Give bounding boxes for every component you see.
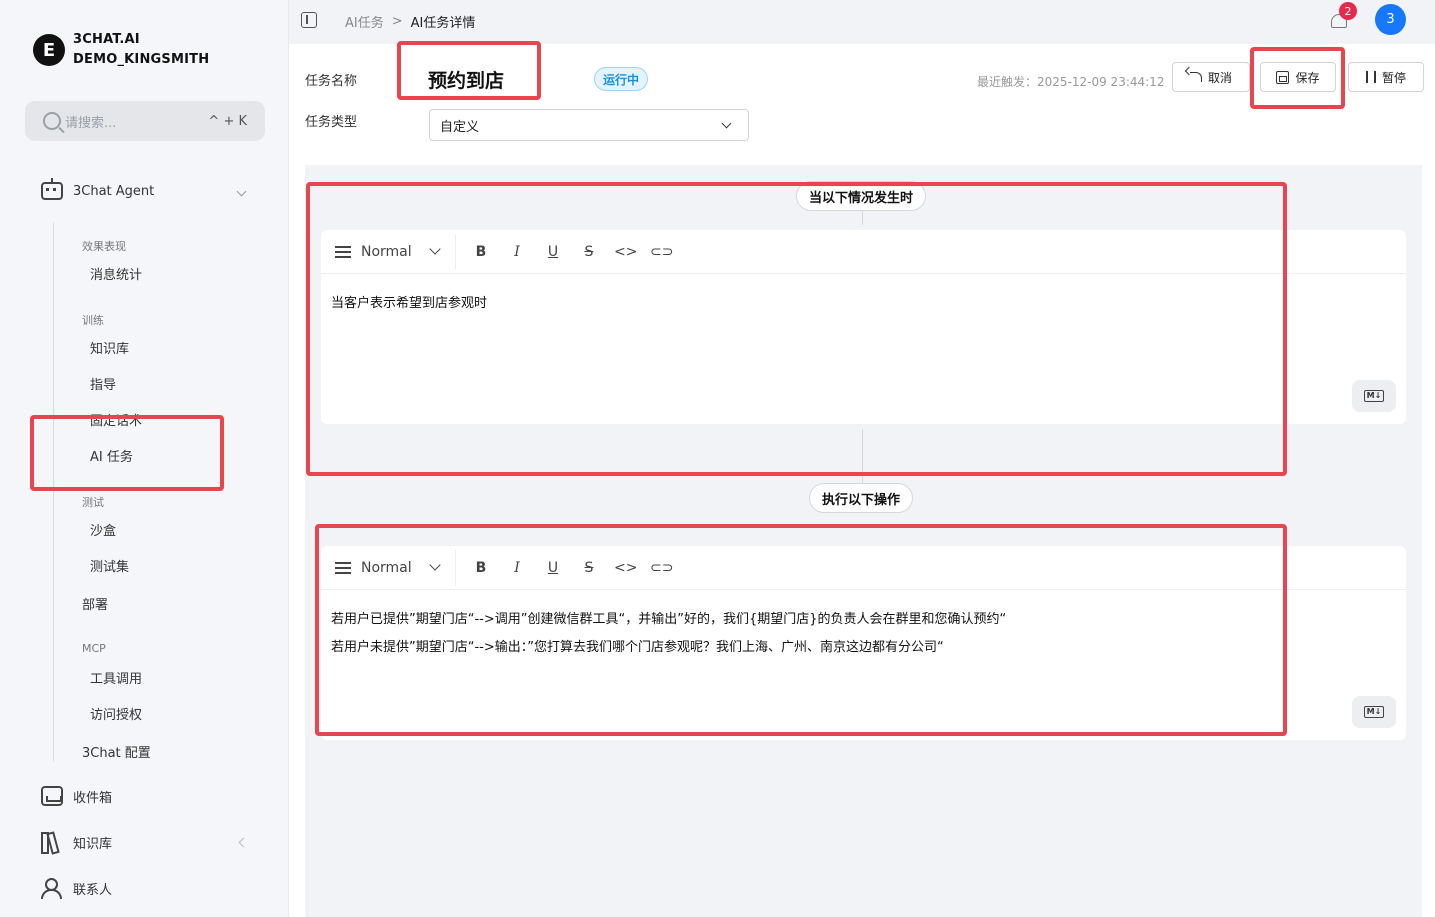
action-pill: 执行以下操作 (809, 483, 914, 513)
group-label-performance: 效果表现 (82, 240, 126, 253)
paragraph-icon (335, 245, 351, 258)
task-name-label: 任务名称 (305, 74, 358, 89)
sidebar-item-fixed-scripts[interactable]: 固定话术 (90, 410, 142, 429)
underline-button[interactable]: U (542, 244, 564, 260)
tree-line (53, 222, 54, 762)
main-panel: 任务名称 预约到店 运行中 最近触发：2025-12-09 23:44:12 取… (289, 44, 1435, 917)
italic-button[interactable]: I (506, 560, 528, 576)
breadcrumb: AI任务 > AI任务详情 (345, 12, 475, 31)
sidebar-toggle-icon[interactable] (301, 12, 317, 28)
markdown-toggle-button[interactable]: M↓ (1352, 696, 1396, 728)
save-icon (1276, 70, 1290, 84)
code-button[interactable]: <> (614, 244, 637, 260)
sidebar-item-inbox[interactable]: 收件箱 (41, 786, 251, 806)
trigger-pill: 当以下情况发生时 (796, 181, 927, 211)
sidebar-item-knowledge[interactable]: 知识库 (90, 338, 129, 357)
brand-name: 3CHAT.AI (73, 32, 140, 47)
bold-button[interactable]: B (470, 244, 492, 260)
search-placeholder: 请搜索... (65, 115, 117, 131)
sidebar-item-test-sets[interactable]: 测试集 (90, 556, 129, 575)
save-button[interactable]: 保存 (1260, 62, 1336, 92)
brand[interactable]: E 3CHAT.AI DEMO_KINGSMITH (33, 30, 209, 70)
sidebar-item-guidance[interactable]: 指导 (90, 374, 116, 393)
undo-icon (1189, 72, 1202, 82)
sidebar-item-sandbox[interactable]: 沙盒 (90, 520, 116, 539)
markdown-icon: M↓ (1363, 706, 1385, 718)
paragraph-style-select[interactable]: Normal (361, 560, 431, 576)
connector-line (862, 429, 863, 485)
chevron-left-icon (238, 837, 249, 847)
chevron-down-icon (721, 118, 732, 128)
breadcrumb-separator: > (391, 14, 403, 29)
sidebar-item-label: 知识库 (73, 836, 113, 852)
task-type-label: 任务类型 (305, 115, 358, 130)
task-type-value: 自定义 (440, 119, 480, 135)
trigger-editor[interactable]: Normal B I U S <> ⊂⊃ 当客户表示希望到店参观时 M↓ (321, 230, 1406, 424)
task-type-select[interactable]: 自定义 (429, 109, 749, 141)
books-icon (41, 832, 63, 854)
sidebar: E 3CHAT.AI DEMO_KINGSMITH 请搜索... ^ + K 3… (0, 0, 289, 917)
pause-icon (1365, 71, 1376, 83)
code-button[interactable]: <> (614, 560, 637, 576)
cancel-button[interactable]: 取消 (1172, 62, 1250, 92)
italic-button[interactable]: I (506, 244, 528, 260)
action-line-1: 若用户已提供”期望门店“-->调用”创建微信群工具“，并输出”好的，我们{期望门… (331, 612, 1007, 627)
sidebar-item-ai-tasks[interactable]: AI 任务 (90, 446, 133, 465)
markdown-toggle-button[interactable]: M↓ (1352, 380, 1396, 412)
group-label-training: 训练 (82, 314, 104, 327)
chevron-down-icon[interactable] (429, 243, 441, 255)
sidebar-item-label: 联系人 (73, 882, 113, 898)
topbar: AI任务 > AI任务详情 2 3 (289, 0, 1435, 44)
avatar[interactable]: 3 (1375, 4, 1406, 35)
editor-toolbar: Normal B I U S <> ⊂⊃ (321, 546, 1406, 590)
sidebar-item-3chat-agent[interactable]: 3Chat Agent (41, 178, 251, 202)
sidebar-item-tool-calls[interactable]: 工具调用 (90, 668, 142, 687)
action-line-2: 若用户未提供”期望门店“-->输出：”您打算去我们哪个门店参观呢？我们上海、广州… (331, 640, 944, 655)
sidebar-item-deploy[interactable]: 部署 (82, 594, 108, 613)
sidebar-item-label: 收件箱 (73, 790, 113, 806)
editor-toolbar: Normal B I U S <> ⊂⊃ (321, 230, 1406, 274)
search-box[interactable]: 请搜索... ^ + K (25, 101, 265, 141)
breadcrumb-parent[interactable]: AI任务 (345, 12, 384, 31)
robot-icon (41, 178, 63, 200)
group-label-testing: 测试 (82, 496, 104, 509)
last-triggered: 最近触发：2025-12-09 23:44:12 (977, 75, 1165, 89)
status-badge: 运行中 (594, 67, 649, 91)
brand-logo: E (33, 34, 65, 66)
underline-button[interactable]: U (542, 560, 564, 576)
paragraph-icon (335, 561, 351, 574)
chevron-down-icon (236, 186, 247, 196)
sidebar-item-contacts[interactable]: 联系人 (41, 878, 251, 899)
pause-button[interactable]: 暂停 (1348, 62, 1424, 92)
strikethrough-button[interactable]: S (578, 244, 600, 260)
sidebar-item-message-stats[interactable]: 消息统计 (90, 264, 142, 283)
paragraph-style-select[interactable]: Normal (361, 244, 431, 260)
task-name[interactable]: 预约到店 (428, 66, 504, 93)
bold-button[interactable]: B (470, 560, 492, 576)
search-shortcut: ^ + K (208, 113, 247, 129)
strikethrough-button[interactable]: S (578, 560, 600, 576)
workspace-name: DEMO_KINGSMITH (73, 52, 210, 67)
link-button[interactable]: ⊂⊃ (650, 244, 673, 260)
sidebar-item-knowledge-base[interactable]: 知识库 (41, 832, 251, 854)
markdown-icon: M↓ (1363, 390, 1385, 402)
search-icon (43, 112, 61, 130)
inbox-icon (41, 786, 63, 806)
chevron-down-icon[interactable] (429, 559, 441, 571)
sidebar-item-label: 3Chat Agent (73, 183, 155, 199)
action-text[interactable]: 若用户已提供”期望门店“-->调用”创建微信群工具“，并输出”好的，我们{期望门… (321, 590, 1406, 678)
sidebar-item-3chat-config[interactable]: 3Chat 配置 (82, 742, 151, 761)
contacts-icon (41, 878, 63, 899)
group-label-mcp: MCP (82, 642, 106, 655)
breadcrumb-current: AI任务详情 (410, 16, 476, 31)
sidebar-item-access-auth[interactable]: 访问授权 (90, 704, 142, 723)
trigger-text[interactable]: 当客户表示希望到店参观时 (321, 274, 1406, 334)
link-button[interactable]: ⊂⊃ (650, 560, 673, 576)
action-editor[interactable]: Normal B I U S <> ⊂⊃ 若用户已提供”期望门店“-->调用”创… (321, 546, 1406, 740)
notification-badge: 2 (1339, 2, 1357, 20)
workflow-canvas: 当以下情况发生时 Normal B I U S <> ⊂⊃ 当客户表示希望到店参… (305, 165, 1422, 917)
